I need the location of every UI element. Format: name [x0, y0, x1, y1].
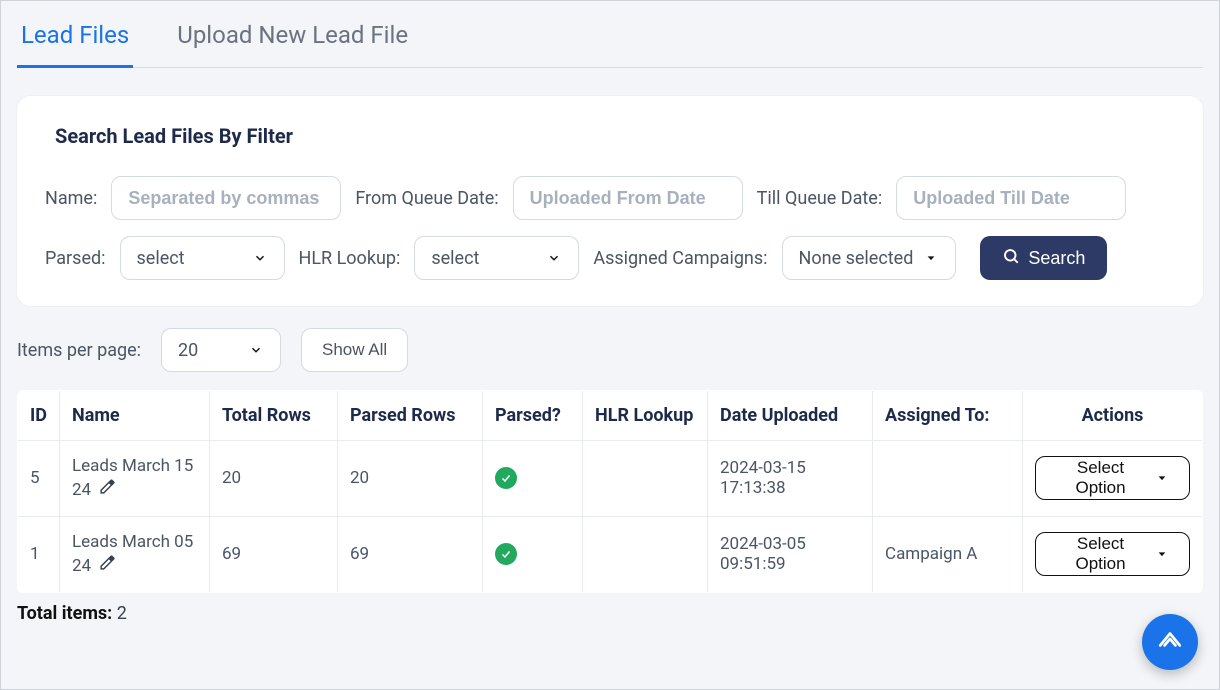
from-date-input[interactable] — [513, 176, 743, 220]
total-items: Total items: 2 — [17, 603, 1203, 624]
row-action-button[interactable]: Select Option — [1035, 456, 1190, 500]
items-per-page-label: Items per page: — [17, 340, 141, 361]
col-uploaded: Date Uploaded — [708, 391, 873, 441]
check-circle-icon — [495, 467, 517, 489]
campaigns-label: Assigned Campaigns: — [593, 248, 767, 269]
tab-upload-new[interactable]: Upload New Lead File — [173, 13, 412, 68]
cell-assigned: Campaign A — [873, 516, 1023, 592]
row-action-label: Select Option — [1056, 534, 1145, 574]
col-total: Total Rows — [210, 391, 338, 441]
search-icon — [1002, 247, 1020, 270]
col-name: Name — [60, 391, 210, 441]
search-button[interactable]: Search — [980, 236, 1107, 280]
cell-hlr — [583, 441, 708, 517]
till-date-input[interactable] — [896, 176, 1126, 220]
parsed-label: Parsed: — [45, 248, 106, 269]
caret-down-icon — [1155, 470, 1169, 486]
tabs: Lead Files Upload New Lead File — [17, 13, 1203, 68]
cell-uploaded: 2024-03-05 09:51:59 — [708, 516, 873, 592]
filter-title: Search Lead Files By Filter — [55, 124, 1175, 148]
items-per-page-value: 20 — [178, 340, 198, 361]
campaigns-select[interactable]: None selected — [782, 236, 957, 280]
cell-parsed-rows: 69 — [338, 516, 483, 592]
name-label: Name: — [45, 188, 97, 209]
table-row: 1 Leads March 05 24 69 69 2024-03-05 09:… — [18, 516, 1203, 592]
cell-total: 69 — [210, 516, 338, 592]
table-row: 5 Leads March 15 24 20 20 2024-03-15 17:… — [18, 441, 1203, 517]
show-all-button[interactable]: Show All — [301, 328, 408, 372]
cell-id: 1 — [18, 516, 60, 592]
name-input[interactable] — [111, 176, 341, 220]
pager-row: Items per page: 20 Show All — [17, 328, 1203, 372]
row-action-button[interactable]: Select Option — [1035, 532, 1190, 576]
col-assigned: Assigned To: — [873, 391, 1023, 441]
cell-actions: Select Option — [1023, 516, 1203, 592]
hlr-select-value: select — [431, 248, 479, 269]
edit-icon[interactable] — [99, 554, 116, 571]
triangle-icon — [1157, 627, 1183, 657]
total-items-count: 2 — [117, 603, 127, 624]
col-actions: Actions — [1023, 391, 1203, 441]
cell-name: Leads March 15 24 — [60, 441, 210, 517]
cell-hlr — [583, 516, 708, 592]
edit-icon[interactable] — [99, 478, 116, 495]
row-action-label: Select Option — [1056, 458, 1145, 498]
hlr-label: HLR Lookup: — [299, 248, 401, 269]
parsed-select-value: select — [137, 248, 185, 269]
name-text: Leads March 15 24 — [72, 456, 193, 500]
tab-lead-files[interactable]: Lead Files — [17, 13, 133, 68]
chevron-down-icon — [546, 250, 562, 266]
caret-down-icon — [1155, 546, 1169, 562]
col-parsed-rows: Parsed Rows — [338, 391, 483, 441]
col-hlr: HLR Lookup — [583, 391, 708, 441]
cell-name: Leads March 05 24 — [60, 516, 210, 592]
search-button-label: Search — [1028, 248, 1085, 269]
total-items-label: Total items: — [17, 603, 112, 624]
items-per-page-select[interactable]: 20 — [161, 328, 281, 372]
col-parsed: Parsed? — [483, 391, 583, 441]
name-text: Leads March 05 24 — [72, 532, 193, 576]
help-fab[interactable] — [1142, 614, 1198, 670]
cell-parsed — [483, 441, 583, 517]
hlr-select[interactable]: select — [414, 236, 579, 280]
cell-total: 20 — [210, 441, 338, 517]
cell-parsed-rows: 20 — [338, 441, 483, 517]
cell-actions: Select Option — [1023, 441, 1203, 517]
parsed-select[interactable]: select — [120, 236, 285, 280]
filter-card: Search Lead Files By Filter Name: From Q… — [17, 96, 1203, 306]
col-id: ID — [18, 391, 60, 441]
caret-down-icon — [923, 250, 939, 266]
cell-uploaded: 2024-03-15 17:13:38 — [708, 441, 873, 517]
chevron-down-icon — [248, 342, 264, 358]
campaigns-select-value: None selected — [799, 248, 914, 269]
cell-parsed — [483, 516, 583, 592]
cell-id: 5 — [18, 441, 60, 517]
till-date-label: Till Queue Date: — [757, 188, 883, 209]
lead-files-table: ID Name Total Rows Parsed Rows Parsed? H… — [17, 390, 1203, 593]
check-circle-icon — [495, 543, 517, 565]
cell-assigned — [873, 441, 1023, 517]
from-date-label: From Queue Date: — [355, 188, 498, 209]
chevron-down-icon — [252, 250, 268, 266]
